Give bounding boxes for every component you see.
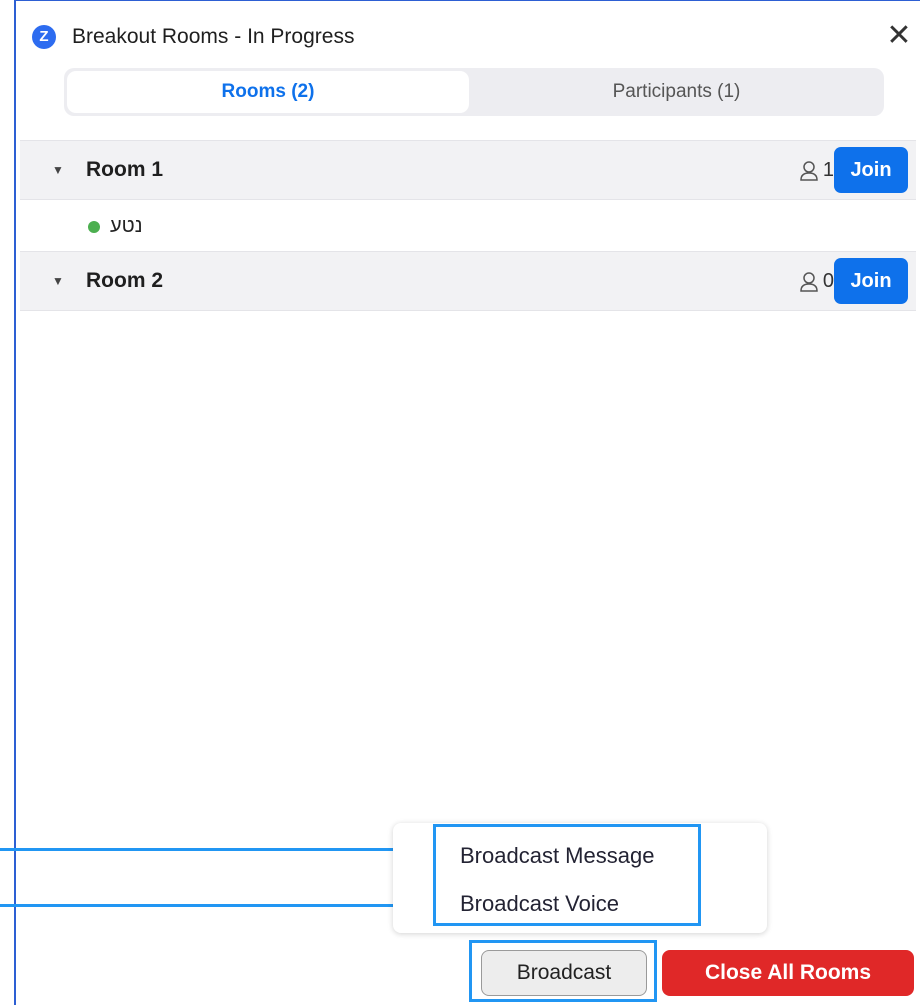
tab-rooms[interactable]: Rooms (2) (67, 71, 469, 113)
caret-down-icon[interactable]: ▼ (52, 252, 64, 310)
person-icon (800, 160, 818, 181)
participant-count: 0 (799, 252, 834, 310)
zoom-logo-icon: Z (32, 25, 56, 49)
participant-count: 1 (799, 141, 834, 199)
broadcast-highlight-box (469, 940, 657, 1002)
online-dot-icon (88, 221, 100, 233)
callout-line-voice (0, 904, 434, 907)
callout-line-message (0, 848, 434, 851)
window-title: Breakout Rooms - In Progress (72, 25, 355, 48)
room-count-value: 0 (822, 270, 834, 292)
menu-highlight-box (433, 824, 701, 926)
room-row-1[interactable]: ▼ Room 1 1 Join (20, 140, 916, 200)
join-room-1-button[interactable]: Join (834, 147, 908, 193)
caret-down-icon[interactable]: ▼ (52, 141, 64, 199)
close-icon[interactable]: ✕ (882, 19, 916, 53)
room-count-value: 1 (822, 159, 834, 181)
participant-name: נטע (110, 215, 143, 237)
join-room-2-button[interactable]: Join (834, 258, 908, 304)
close-all-rooms-button[interactable]: Close All Rooms (662, 950, 914, 996)
tab-participants[interactable]: Participants (1) (472, 71, 881, 113)
room-row-2[interactable]: ▼ Room 2 0 Join (20, 251, 916, 311)
tab-bar: Rooms (2) Participants (1) (64, 68, 884, 116)
room-name: Room 2 (86, 269, 164, 292)
room-name: Room 1 (86, 158, 164, 181)
title-bar: Z Breakout Rooms - In Progress ✕ (16, 1, 920, 71)
list-item[interactable]: נטע (20, 201, 916, 249)
person-icon (800, 271, 818, 292)
